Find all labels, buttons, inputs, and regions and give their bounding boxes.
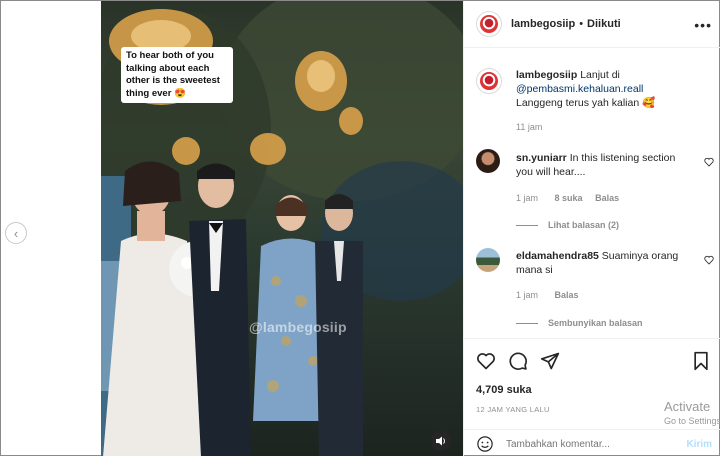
post-actions: 4,709 suka 12 JAM YANG LALU Activate Go …	[464, 338, 720, 456]
caption-time: 11 jam	[516, 122, 543, 132]
comment-like-heart-icon[interactable]	[704, 157, 714, 167]
sound-toggle-button[interactable]	[431, 431, 451, 451]
post-timestamp: 12 JAM YANG LALU	[476, 405, 550, 414]
post-video[interactable]: To hear both of you talking about each o…	[101, 1, 463, 456]
author-username[interactable]: lambegosiip	[511, 18, 575, 30]
os-activation-watermark: Activate Go to Settings	[664, 399, 720, 426]
comment-icon[interactable]	[508, 351, 528, 371]
follow-status-button[interactable]: Diikuti	[587, 18, 621, 30]
comment-meta: 1 jam Balas	[516, 290, 579, 300]
activation-title: Activate	[664, 399, 711, 414]
caption-author-avatar[interactable]	[476, 68, 502, 94]
post-caption: lambegosiip Lanjut di @pembasmi.kehaluan…	[516, 68, 712, 110]
post-sidebar: lambegosiip • Diikuti ••• lambegosiip La…	[463, 1, 720, 456]
divider-dash	[516, 224, 538, 226]
heart-icon[interactable]	[476, 351, 496, 371]
caption-line-2: Langgeng terus yah kalian 🥰	[516, 97, 656, 109]
comments-list: lambegosiip Lanjut di @pembasmi.kehaluan…	[464, 48, 720, 338]
caption-prefix: Lanjut di	[580, 69, 620, 81]
emoji-icon[interactable]	[476, 435, 494, 453]
speaker-icon	[436, 436, 445, 446]
comment-input[interactable]	[506, 438, 666, 450]
view-replies-label: Lihat balasan (2)	[548, 220, 620, 230]
chevron-left-icon: ‹	[13, 225, 19, 241]
caption-username[interactable]: lambegosiip	[516, 69, 577, 81]
post-header: lambegosiip • Diikuti •••	[464, 1, 720, 48]
comment-like-heart-icon[interactable]	[704, 255, 714, 265]
divider-dash	[516, 322, 538, 324]
comment-likes[interactable]: 8 suka	[555, 193, 583, 203]
post-comment-button[interactable]: Kirim	[686, 439, 712, 450]
video-caption-sticker: To hear both of you talking about each o…	[121, 47, 233, 103]
comment-username[interactable]: eldamahendra85	[516, 250, 599, 262]
add-comment-bar: Kirim	[464, 429, 720, 456]
more-horizontal-icon[interactable]: •••	[694, 17, 712, 33]
comment-body: eldamahendra85 Suaminya orang mana si	[516, 249, 694, 277]
video-watermark: @lambegosiip	[249, 319, 347, 335]
caption-mention-link[interactable]: @pembasmi.kehaluan.reall	[516, 83, 643, 95]
like-count[interactable]: 4,709 suka	[476, 384, 532, 396]
comment-username[interactable]: sn.yuniarr	[516, 152, 567, 164]
action-icons	[476, 351, 560, 371]
author-avatar[interactable]	[476, 11, 502, 37]
comment-time: 1 jam	[516, 193, 539, 203]
instagram-post-viewer: ‹ To hear both of you talking about each…	[0, 0, 720, 456]
previous-post-button[interactable]: ‹	[5, 222, 27, 244]
separator-dot: •	[579, 18, 584, 30]
comment-body: sn.yuniarr In this listening section you…	[516, 151, 694, 179]
view-replies-button[interactable]: Lihat balasan (2)	[516, 220, 619, 230]
comment-reply-button[interactable]: Balas	[595, 193, 619, 203]
activation-subtitle: Go to Settings	[664, 416, 720, 426]
bookmark-icon[interactable]	[692, 351, 710, 371]
commenter-avatar[interactable]	[476, 248, 500, 272]
comment-time: 1 jam	[516, 290, 539, 300]
comment-meta: 1 jam 8 suka Balas	[516, 193, 619, 203]
comment-reply-button[interactable]: Balas	[555, 290, 579, 300]
hide-replies-label: Sembunyikan balasan	[548, 318, 643, 328]
commenter-avatar[interactable]	[476, 149, 500, 173]
send-icon[interactable]	[540, 351, 560, 371]
hide-replies-button[interactable]: Sembunyikan balasan	[516, 318, 643, 328]
